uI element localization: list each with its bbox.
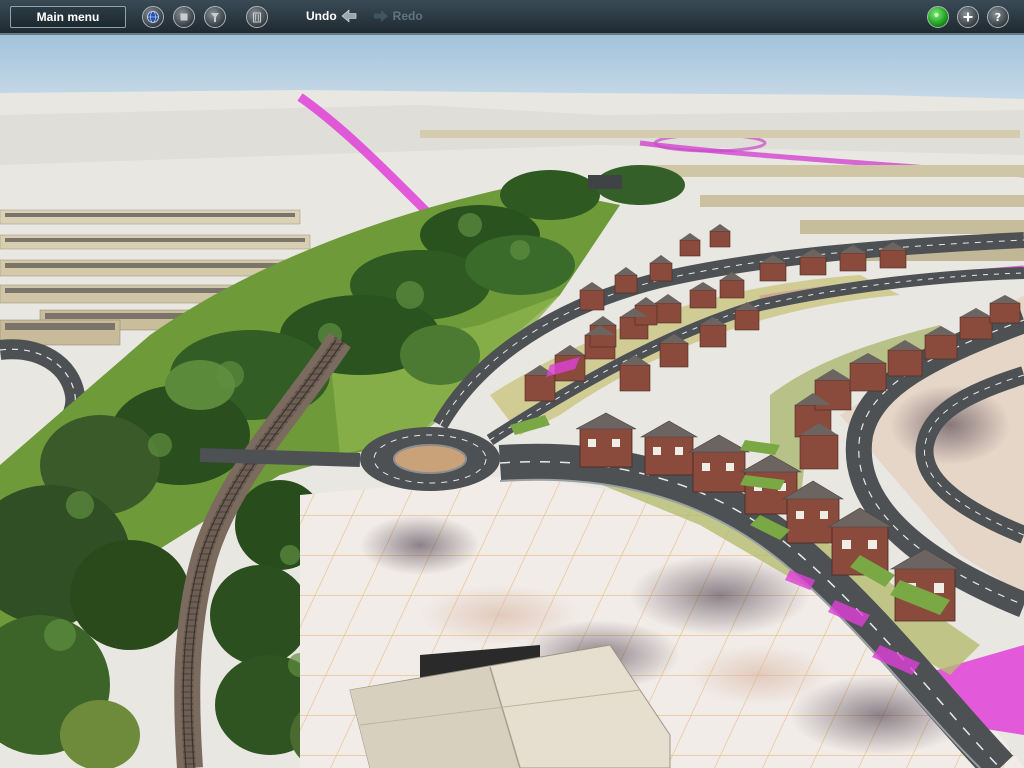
add-button[interactable] xyxy=(957,6,979,28)
stop-button[interactable] xyxy=(173,6,195,28)
stop-icon xyxy=(180,13,188,21)
world-view[interactable] xyxy=(0,35,1024,768)
railway-bridge xyxy=(588,175,622,189)
top-toolbar: Main menu Undo Redo ? xyxy=(0,0,1024,35)
terrain-shadow-1 xyxy=(360,515,480,575)
add-icon xyxy=(963,12,973,22)
roundabout-island xyxy=(393,444,467,474)
redo-button[interactable]: Redo xyxy=(393,9,423,23)
terrain-warm-2 xyxy=(690,645,830,705)
trash-icon xyxy=(253,12,261,23)
options-icon xyxy=(211,13,219,22)
trash-button[interactable] xyxy=(246,6,268,28)
status-light-button[interactable] xyxy=(927,6,949,28)
redo-arrow-icon[interactable] xyxy=(373,9,389,23)
help-button[interactable]: ? xyxy=(987,6,1009,28)
roundabout-west-arm xyxy=(199,448,361,467)
undo-button[interactable]: Undo xyxy=(306,9,337,23)
main-menu-button[interactable]: Main menu xyxy=(10,6,126,28)
status-light-icon xyxy=(934,13,939,17)
terrain-warm-1 xyxy=(420,585,580,645)
help-icon: ? xyxy=(995,11,1001,24)
svg-text:?: ? xyxy=(995,11,1001,24)
undo-arrow-icon[interactable] xyxy=(341,9,357,23)
globe-button[interactable] xyxy=(142,6,164,28)
globe-icon xyxy=(147,11,159,23)
options-button[interactable] xyxy=(204,6,226,28)
undo-redo-group: Undo Redo xyxy=(306,9,423,23)
game-viewport[interactable] xyxy=(0,35,1024,768)
